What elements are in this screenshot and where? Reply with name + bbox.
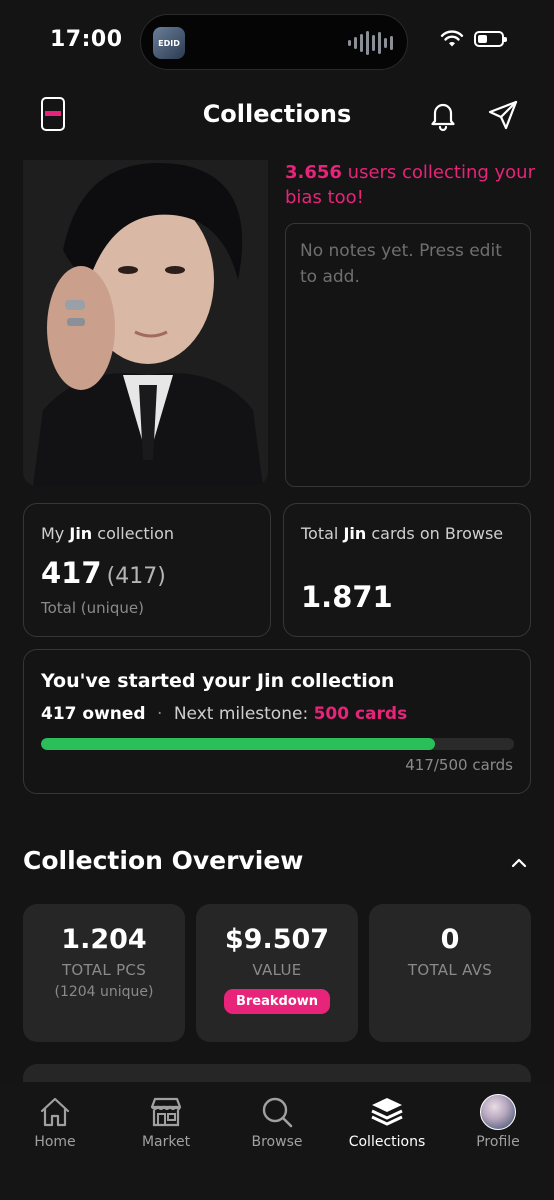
store-icon [150, 1097, 182, 1127]
progress-count: 417/500 cards [405, 756, 513, 774]
wifi-icon [440, 30, 464, 47]
browse-total-count: 1.871 [301, 580, 393, 614]
dynamic-island[interactable]: EDID [140, 14, 408, 70]
nav-browse-label: Browse [251, 1134, 303, 1150]
milestone-label: Next milestone: [173, 704, 309, 724]
total-pcs-unique: (1204 unique) [54, 984, 154, 1000]
overview-title: Collection Overview [23, 846, 304, 875]
home-icon [40, 1097, 70, 1127]
total-pcs-card: 1.204 TOTAL PCS (1204 unique) [23, 904, 185, 1042]
browse-total-label: Total Jin cards on Browse [301, 524, 504, 543]
total-pcs-value: 1.204 [61, 924, 147, 955]
value-amount: $9.507 [224, 924, 330, 955]
nav-market-label: Market [141, 1134, 191, 1150]
audio-wave-icon [348, 31, 393, 55]
island-app-icon: EDID [153, 27, 185, 59]
my-collection-unique: (417) [106, 564, 166, 589]
owned-count: 417 owned [41, 704, 146, 724]
my-collection-caption: Total (unique) [41, 599, 144, 617]
value-label: VALUE [252, 961, 302, 979]
progress-milestone-line: 417 owned · Next milestone: 500 cards [41, 704, 407, 724]
status-indicators [440, 30, 507, 48]
nav-home[interactable]: Home [5, 1094, 105, 1150]
browse-total-card[interactable]: Total Jin cards on Browse 1.871 [283, 503, 531, 637]
bell-icon[interactable] [426, 98, 460, 132]
progress-bar [41, 738, 514, 750]
breakdown-button[interactable]: Breakdown [223, 989, 331, 1014]
progress-bar-fill [41, 738, 436, 750]
notes-placeholder: No notes yet. Press edit to add. [300, 241, 502, 287]
milestone-value: 500 cards [313, 704, 408, 724]
nav-profile-label: Profile [476, 1134, 520, 1150]
nav-collections[interactable]: Collections [337, 1094, 437, 1150]
chevron-up-icon[interactable] [508, 852, 530, 874]
bias-photo [23, 160, 268, 486]
my-collection-card[interactable]: My Jin collection 417 (417) Total (uniqu… [23, 503, 271, 637]
bias-users-count: 3.656 [285, 162, 342, 183]
nav-market[interactable]: Market [116, 1094, 216, 1150]
collection-progress-card: You've started your Jin collection 417 o… [23, 649, 531, 794]
nav-collections-label: Collections [348, 1134, 426, 1150]
total-avs-card: 0 TOTAL AVS [369, 904, 531, 1042]
notes-box[interactable]: No notes yet. Press edit to add. [285, 223, 531, 487]
progress-title: You've started your Jin collection [41, 670, 395, 692]
layers-icon [371, 1098, 403, 1126]
my-collection-label: My Jin collection [41, 524, 175, 543]
nav-home-label: Home [34, 1134, 76, 1150]
nav-profile[interactable]: Profile [448, 1094, 548, 1150]
total-avs-label: TOTAL AVS [407, 961, 493, 979]
total-avs-value: 0 [440, 924, 460, 955]
status-time: 17:00 [50, 27, 123, 52]
avatar [480, 1094, 516, 1130]
my-collection-count: 417 [41, 556, 102, 590]
send-icon[interactable] [486, 98, 520, 132]
app-header: Collections [0, 90, 554, 140]
bias-followers-text: 3.656 users collecting your bias too! [285, 160, 535, 210]
page-title: Collections [202, 100, 352, 128]
nav-browse[interactable]: Browse [227, 1094, 327, 1150]
separator-dot: · [157, 704, 163, 724]
total-pcs-label: TOTAL PCS [61, 961, 147, 979]
value-card: $9.507 VALUE Breakdown [196, 904, 358, 1042]
status-bar: 17:00 EDID [0, 0, 554, 84]
bottom-nav: Home Market Browse Collections Profile [0, 1082, 554, 1200]
search-icon [262, 1097, 293, 1128]
battery-icon [474, 31, 507, 47]
my-collection-count-row: 417 (417) [41, 556, 166, 590]
